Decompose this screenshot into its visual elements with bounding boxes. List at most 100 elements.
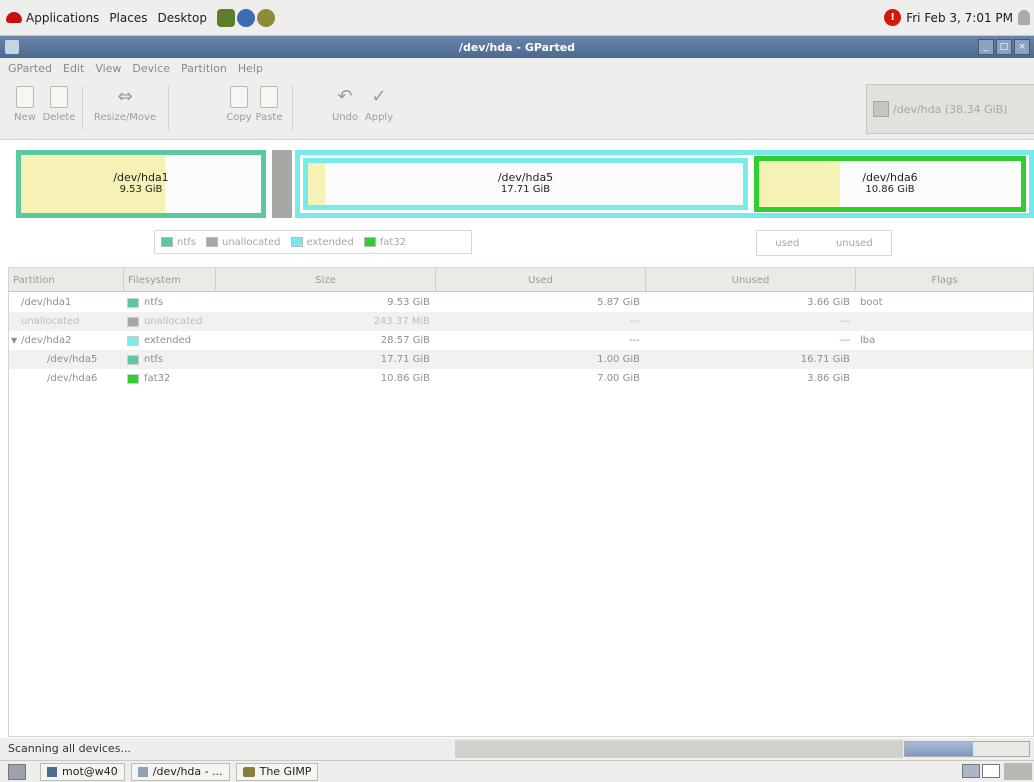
- col-size[interactable]: Size: [216, 268, 436, 292]
- progress-fill: [905, 742, 974, 756]
- partition-hda1-block[interactable]: /dev/hda1 9.53 GiB: [16, 150, 266, 218]
- window-titlebar[interactable]: /dev/hda - GParted _ □ ×: [0, 36, 1034, 58]
- menu-help[interactable]: Help: [238, 62, 263, 75]
- update-alert-icon[interactable]: !: [884, 9, 902, 26]
- paste-button[interactable]: Paste: [252, 86, 286, 123]
- delete-button[interactable]: Delete: [42, 86, 76, 123]
- browser-launcher-icon[interactable]: [236, 8, 255, 27]
- partition-size: 17.71 GiB: [500, 184, 551, 195]
- cell-size: 10.86 GiB: [380, 373, 430, 384]
- partition-hda5-block[interactable]: /dev/hda5 17.71 GiB: [303, 158, 748, 210]
- partition-name: /dev/hda6: [47, 373, 98, 384]
- cell-filesystem: extended: [127, 331, 219, 350]
- top-panel: Applications Places Desktop ! Fri Feb 3,…: [0, 0, 1034, 36]
- legend-swatch: [363, 237, 376, 247]
- toolbar-separator: [82, 86, 83, 130]
- menu-partition[interactable]: Partition: [181, 62, 227, 75]
- cell-partition: unallocated: [21, 312, 124, 331]
- task-gparted[interactable]: /dev/hda - ...: [130, 762, 230, 781]
- delete-label: Delete: [42, 112, 76, 123]
- partition-name: /dev/hda1: [21, 297, 72, 308]
- col-flags[interactable]: Flags: [856, 268, 1033, 292]
- col-filesystem[interactable]: Filesystem: [124, 268, 216, 292]
- cell-size: 17.71 GiB: [380, 354, 430, 365]
- redhat-icon[interactable]: [6, 12, 22, 23]
- filesystem-color-icon: [127, 373, 139, 384]
- desktop-menu[interactable]: Desktop: [157, 11, 207, 25]
- table-row[interactable]: /dev/hda6 fat32 10.86 GiB 7.00 GiB 3.86 GiB: [9, 369, 1033, 388]
- maximize-button[interactable]: □: [996, 39, 1012, 55]
- menu-gparted[interactable]: GParted: [8, 62, 52, 75]
- expander-icon[interactable]: ▼: [11, 336, 17, 345]
- partition-table: Partition Filesystem Size Used Unused Fl…: [8, 267, 1034, 737]
- filesystem-name: fat32: [144, 373, 171, 384]
- device-selector[interactable]: /dev/hda (38.34 GiB): [866, 84, 1034, 134]
- table-row[interactable]: /dev/hda1 ntfs 9.53 GiB 5.87 GiB 3.66 GiB boo…: [9, 293, 1033, 312]
- task-gimp[interactable]: The GIMP: [235, 762, 319, 781]
- partition-hda6-block[interactable]: /dev/hda6 10.86 GiB: [754, 156, 1026, 212]
- cell-partition: /dev/hda6: [47, 369, 124, 388]
- cell-unused: ---: [839, 316, 850, 327]
- table-row[interactable]: unallocated unallocated 243.37 MiB --- ---: [9, 312, 1033, 331]
- menu-device[interactable]: Device: [132, 62, 170, 75]
- table-header: Partition Filesystem Size Used Unused Fl…: [9, 268, 1033, 292]
- undo-button[interactable]: ↶ Undo: [328, 86, 362, 123]
- usage-legend: used unused: [756, 230, 892, 256]
- undo-label: Undo: [331, 112, 359, 123]
- cell-flags: [860, 350, 1030, 369]
- applications-menu[interactable]: Applications: [26, 11, 99, 25]
- cell-flags: [860, 369, 1030, 388]
- clock[interactable]: Fri Feb 3, 7:01 PM: [906, 11, 1013, 25]
- close-button[interactable]: ×: [1014, 39, 1030, 55]
- cell-used: 5.87 GiB: [597, 297, 640, 308]
- filesystem-name: extended: [144, 335, 192, 346]
- legend-unallocated: unallocated: [222, 236, 281, 248]
- menu-view[interactable]: View: [95, 62, 121, 75]
- table-row[interactable]: ▼ /dev/hda2 extended 28.57 GiB --- --- lba: [9, 331, 1033, 350]
- cell-size: 243.37 MiB: [373, 316, 430, 327]
- paste-label: Paste: [255, 112, 283, 123]
- toolbar-separator: [292, 86, 293, 130]
- workspace-2[interactable]: [982, 764, 1000, 778]
- apply-button[interactable]: ✓ Apply: [362, 86, 396, 123]
- unallocated-block[interactable]: [272, 150, 292, 218]
- filesystem-color-icon: [127, 297, 139, 308]
- cell-used: ---: [629, 316, 640, 327]
- statusbar-segment: [455, 740, 903, 758]
- settings-launcher-icon[interactable]: [256, 8, 275, 27]
- filesystem-color-icon: [127, 354, 139, 365]
- apply-label: Apply: [364, 112, 394, 123]
- menu-edit[interactable]: Edit: [63, 62, 84, 75]
- legend-ntfs: ntfs: [177, 236, 196, 248]
- new-label: New: [14, 112, 36, 123]
- trash-icon[interactable]: [1004, 763, 1032, 780]
- resize-move-button[interactable]: ⇔ Resize/Move: [94, 86, 156, 123]
- cell-size: 28.57 GiB: [380, 335, 430, 346]
- workspace-1[interactable]: [962, 764, 980, 778]
- cell-partition: ▼ /dev/hda2: [11, 331, 124, 350]
- toolbar: New Delete ⇔ Resize/Move Copy Paste ↶ Un…: [0, 78, 1034, 140]
- scan-progress-bar: [904, 741, 1030, 757]
- volume-icon[interactable]: [1018, 10, 1030, 25]
- task-terminal[interactable]: mot@w40: [40, 762, 125, 781]
- new-icon: [16, 86, 34, 108]
- filesystem-name: ntfs: [144, 354, 163, 365]
- workspace-switcher[interactable]: [962, 764, 1000, 778]
- col-unused[interactable]: Unused: [646, 268, 856, 292]
- show-desktop-icon[interactable]: [8, 763, 26, 780]
- copy-button[interactable]: Copy: [222, 86, 256, 123]
- col-partition[interactable]: Partition: [9, 268, 124, 292]
- table-row[interactable]: /dev/hda5 ntfs 17.71 GiB 1.00 GiB 16.71 GiB: [9, 350, 1033, 369]
- mail-launcher-icon[interactable]: [216, 8, 235, 27]
- cell-partition: /dev/hda5: [47, 350, 124, 369]
- cell-unused: 3.86 GiB: [807, 373, 850, 384]
- minimize-button[interactable]: _: [978, 39, 994, 55]
- cell-used: ---: [629, 335, 640, 346]
- used-fill: [308, 163, 326, 205]
- paste-icon: [260, 86, 278, 108]
- new-button[interactable]: New: [8, 86, 42, 123]
- toolbar-separator: [168, 86, 169, 130]
- window-menu-icon[interactable]: [5, 40, 19, 54]
- col-used[interactable]: Used: [436, 268, 646, 292]
- places-menu[interactable]: Places: [109, 11, 147, 25]
